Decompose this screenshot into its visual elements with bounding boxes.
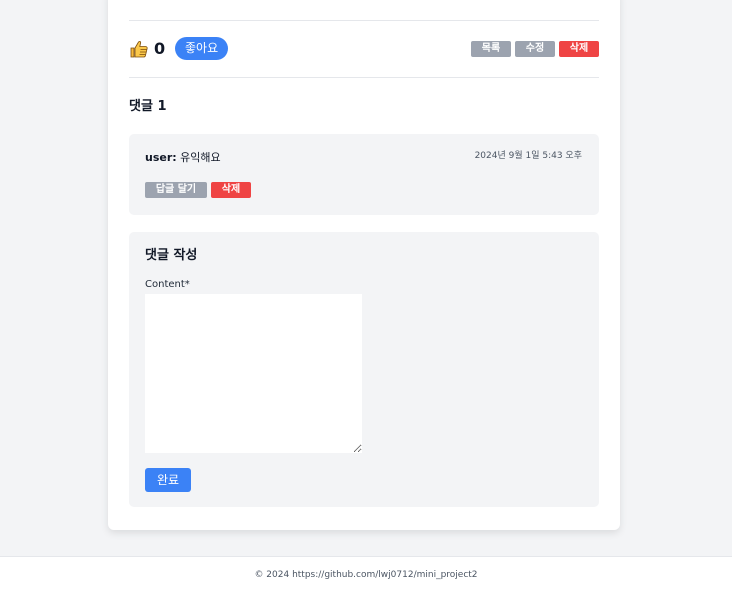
comment-author-line: user: 유익해요: [145, 150, 221, 165]
reply-button[interactable]: 답글 달기: [145, 182, 207, 198]
comment-author: user:: [145, 151, 177, 164]
like-count: 0: [154, 39, 166, 58]
edit-button[interactable]: 수정: [515, 41, 555, 57]
submit-button[interactable]: 완료: [145, 468, 191, 492]
comment-form-title: 댓글 작성: [145, 248, 198, 263]
middle-divider: [129, 77, 599, 78]
list-button[interactable]: 목록: [471, 41, 511, 57]
thumbs-up-icon[interactable]: [129, 39, 149, 59]
like-row: 0 좋아요 목록 수정 삭제: [129, 36, 599, 62]
post-card: 0 좋아요 목록 수정 삭제 댓글 1 user: 유익해요 2024년 9월 …: [108, 0, 620, 530]
footer: © 2024 https://github.com/lwj0712/mini_p…: [0, 556, 732, 591]
top-divider: [129, 20, 599, 21]
content-label: Content*: [145, 279, 190, 290]
like-button[interactable]: 좋아요: [175, 37, 229, 60]
delete-post-button[interactable]: 삭제: [559, 41, 599, 57]
comment-timestamp: 2024년 9월 1일 5:43 오후: [474, 151, 582, 161]
delete-comment-button[interactable]: 삭제: [211, 182, 251, 198]
comment-text: 유익해요: [180, 151, 221, 164]
comments-title: 댓글 1: [129, 99, 167, 114]
content-textarea[interactable]: [145, 294, 362, 453]
footer-text: © 2024 https://github.com/lwj0712/mini_p…: [254, 570, 478, 580]
comment-item: user: 유익해요 2024년 9월 1일 5:43 오후 답글 달기 삭제: [129, 134, 599, 215]
comment-form: 댓글 작성 Content* 완료: [129, 232, 599, 507]
